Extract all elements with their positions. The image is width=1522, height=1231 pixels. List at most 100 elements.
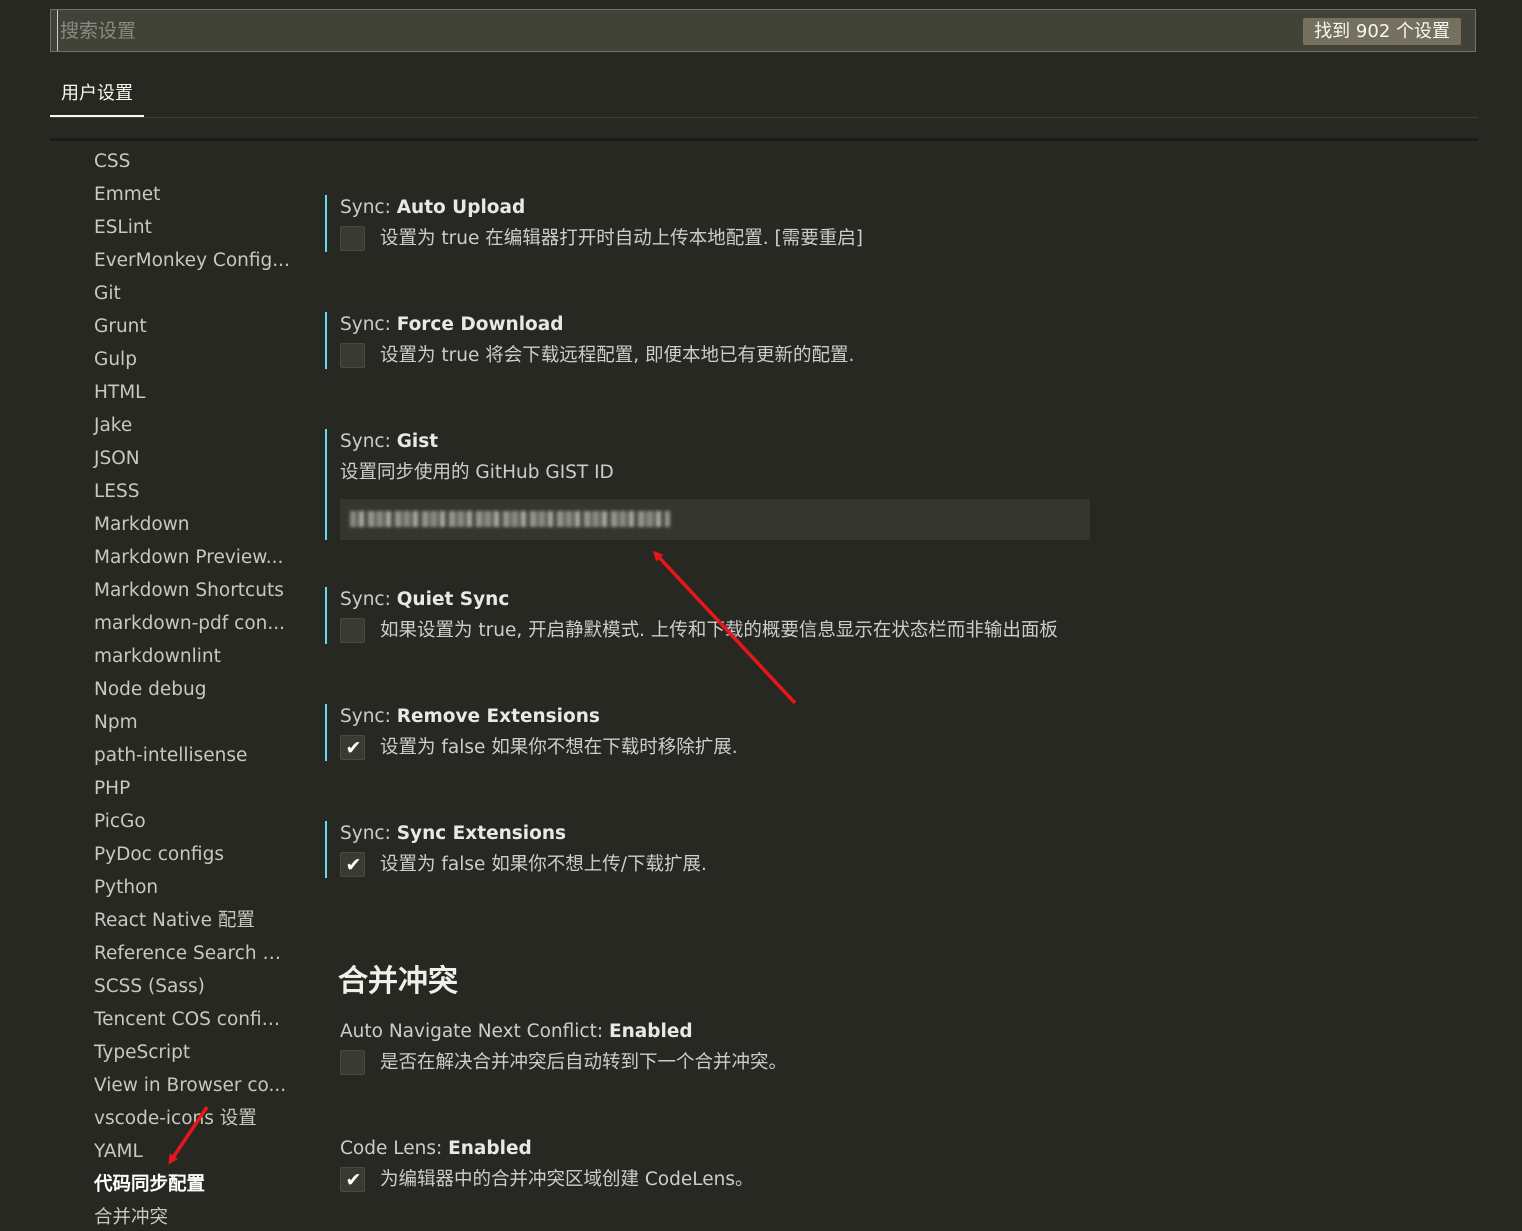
setting-title: Sync: Sync Extensions: [340, 821, 1145, 847]
toc-item[interactable]: Npm: [50, 706, 290, 739]
settings-editor: 找到 902 个设置 用户设置 CSSEmmetESLintEverMonkey…: [0, 0, 1522, 1231]
toc-item[interactable]: Jake: [50, 409, 290, 442]
toc-item[interactable]: Node debug: [50, 673, 290, 706]
setting-item: Sync: Auto Upload 设置为 true 在编辑器打开时自动上传本地配…: [325, 195, 1145, 252]
setting-category: Sync:: [340, 314, 397, 335]
setting-title: Sync: Force Download: [340, 312, 1145, 338]
setting-category: Auto Navigate Next Conflict:: [340, 1021, 609, 1042]
setting-title: Sync: Auto Upload: [340, 195, 1145, 221]
toc-item[interactable]: Tencent COS config...: [50, 1003, 290, 1036]
toc-item[interactable]: markdownlint: [50, 640, 290, 673]
toc-item[interactable]: 合并冲突: [50, 1201, 290, 1231]
setting-description: 设置为 false 如果你不想上传/下载扩展.: [380, 854, 707, 875]
toc-item[interactable]: JSON: [50, 442, 290, 475]
setting-key: Sync Extensions: [396, 823, 567, 844]
setting-title: Auto Navigate Next Conflict: Enabled: [340, 1019, 1145, 1045]
toc-item[interactable]: EverMonkey Config...: [50, 244, 290, 277]
search-input[interactable]: [57, 10, 1257, 51]
setting-row: 是否在解决合并冲突后自动转到下一个合并冲突。: [340, 1050, 1145, 1076]
section-heading-merge-conflict: 合并冲突: [338, 964, 458, 999]
setting-key: Enabled: [448, 1138, 532, 1159]
toc-item[interactable]: markdown-pdf con...: [50, 607, 290, 640]
toc-item[interactable]: PHP: [50, 772, 290, 805]
toc-item[interactable]: Markdown Shortcuts: [50, 574, 290, 607]
toc-item[interactable]: LESS: [50, 475, 290, 508]
toc-item[interactable]: vscode-icons 设置: [50, 1102, 290, 1135]
settings-tabs: 用户设置: [50, 75, 1478, 118]
toc-item[interactable]: Grunt: [50, 310, 290, 343]
setting-category: Sync:: [340, 706, 397, 727]
toc-item[interactable]: PicGo: [50, 805, 290, 838]
setting-title: Sync: Remove Extensions: [340, 704, 1145, 730]
setting-item: Code Lens: Enabled ✔ 为编辑器中的合并冲突区域创建 CodeLe…: [325, 1136, 1145, 1193]
setting-item: Sync: Force Download 设置为 true 将会下载远程配置, 即…: [325, 312, 1145, 369]
setting-row: ✔ 设置为 false 如果你不想在下载时移除扩展.: [340, 735, 1145, 761]
setting-key: Remove Extensions: [396, 706, 600, 727]
setting-row: 设置为 true 在编辑器打开时自动上传本地配置. [需要重启]: [340, 226, 1145, 252]
setting-checkbox[interactable]: [340, 226, 365, 251]
setting-item: Sync: Sync Extensions ✔ 设置为 false 如果你不想上传/…: [325, 821, 1145, 878]
tab-user-settings[interactable]: 用户设置: [50, 75, 144, 117]
setting-checkbox[interactable]: [340, 618, 365, 643]
setting-description: 设置为 true 将会下载远程配置, 即便本地已有更新的配置.: [380, 345, 855, 366]
setting-title: Sync: Gist: [340, 429, 1145, 455]
toc-item[interactable]: Markdown: [50, 508, 290, 541]
setting-category: Sync:: [340, 431, 397, 452]
toc-item[interactable]: PyDoc configs: [50, 838, 290, 871]
toc-item[interactable]: Gulp: [50, 343, 290, 376]
setting-key: Enabled: [608, 1021, 693, 1042]
setting-checkbox[interactable]: [340, 343, 365, 368]
setting-title: Sync: Quiet Sync: [340, 587, 1145, 613]
setting-checkbox[interactable]: [340, 1050, 365, 1075]
setting-row: ✔ 设置为 false 如果你不想上传/下载扩展.: [340, 852, 1145, 878]
toc-item[interactable]: Python: [50, 871, 290, 904]
setting-key: Auto Upload: [396, 197, 526, 218]
setting-description: 设置同步使用的 GitHub GIST ID: [340, 462, 614, 483]
toc-item[interactable]: Reference Search V...: [50, 937, 290, 970]
setting-key: Gist: [396, 431, 439, 452]
setting-key: Quiet Sync: [396, 589, 510, 610]
settings-list: 合并冲突 Sync: Auto Upload 设置为 true 在编辑器打开时自动…: [325, 140, 1505, 1231]
search-bar: 找到 902 个设置: [50, 9, 1476, 52]
toc-item[interactable]: HTML: [50, 376, 290, 409]
toc-item[interactable]: TypeScript: [50, 1036, 290, 1069]
toc-item[interactable]: React Native 配置: [50, 904, 290, 937]
setting-row: 设置为 true 将会下载远程配置, 即便本地已有更新的配置.: [340, 343, 1145, 369]
search-result-count-badge: 找到 902 个设置: [1303, 18, 1461, 45]
setting-category: Code Lens:: [340, 1138, 449, 1159]
toc-item[interactable]: YAML: [50, 1135, 290, 1168]
setting-checkbox[interactable]: ✔: [340, 1167, 365, 1192]
setting-description: 如果设置为 true, 开启静默模式. 上传和下载的概要信息显示在状态栏而非输出…: [380, 620, 1058, 641]
toc-item[interactable]: View in Browser co...: [50, 1069, 290, 1102]
setting-description: 为编辑器中的合并冲突区域创建 CodeLens。: [380, 1169, 754, 1190]
setting-key: Force Download: [396, 314, 564, 335]
setting-row: 如果设置为 true, 开启静默模式. 上传和下载的概要信息显示在状态栏而非输出…: [340, 618, 1145, 644]
toc-item[interactable]: CSS: [50, 145, 290, 178]
setting-category: Sync:: [340, 589, 397, 610]
settings-table-of-contents: CSS Emmet ESLint EverMonkey Config... Git Gru…: [50, 144, 290, 1231]
toc-item[interactable]: 代码同步配置: [50, 1168, 290, 1201]
setting-description: 设置为 false 如果你不想在下载时移除扩展.: [380, 737, 738, 758]
setting-checkbox[interactable]: ✔: [340, 852, 365, 877]
setting-item: Sync: Remove Extensions ✔ 设置为 false 如果你不想在…: [325, 704, 1145, 761]
setting-row: ✔ 为编辑器中的合并冲突区域创建 CodeLens。: [340, 1167, 1145, 1193]
checkmark-icon: ✔: [345, 1169, 362, 1191]
setting-item: Auto Navigate Next Conflict: Enabled 是否在解…: [325, 1019, 1145, 1076]
setting-description: 设置为 true 在编辑器打开时自动上传本地配置. [需要重启]: [380, 228, 863, 249]
toc-item[interactable]: Markdown Preview...: [50, 541, 290, 574]
setting-category: Sync:: [340, 823, 397, 844]
setting-description: 是否在解决合并冲突后自动转到下一个合并冲突。: [380, 1052, 788, 1073]
checkmark-icon: ✔: [345, 737, 362, 759]
toc-item[interactable]: path-intellisense: [50, 739, 290, 772]
toc-item[interactable]: ESLint: [50, 211, 290, 244]
setting-category: Sync:: [340, 197, 397, 218]
toc-item[interactable]: Git: [50, 277, 290, 310]
setting-item: Sync: Gist 设置同步使用的 GitHub GIST ID: [325, 429, 1145, 540]
setting-checkbox[interactable]: ✔: [340, 735, 365, 760]
toc-item[interactable]: SCSS (Sass): [50, 970, 290, 1003]
toc-item[interactable]: Emmet: [50, 178, 290, 211]
setting-item: Sync: Quiet Sync 如果设置为 true, 开启静默模式. 上传和下…: [325, 587, 1145, 644]
redacted-value: [350, 511, 670, 527]
gist-id-input[interactable]: [340, 499, 1090, 540]
checkmark-icon: ✔: [345, 854, 362, 876]
